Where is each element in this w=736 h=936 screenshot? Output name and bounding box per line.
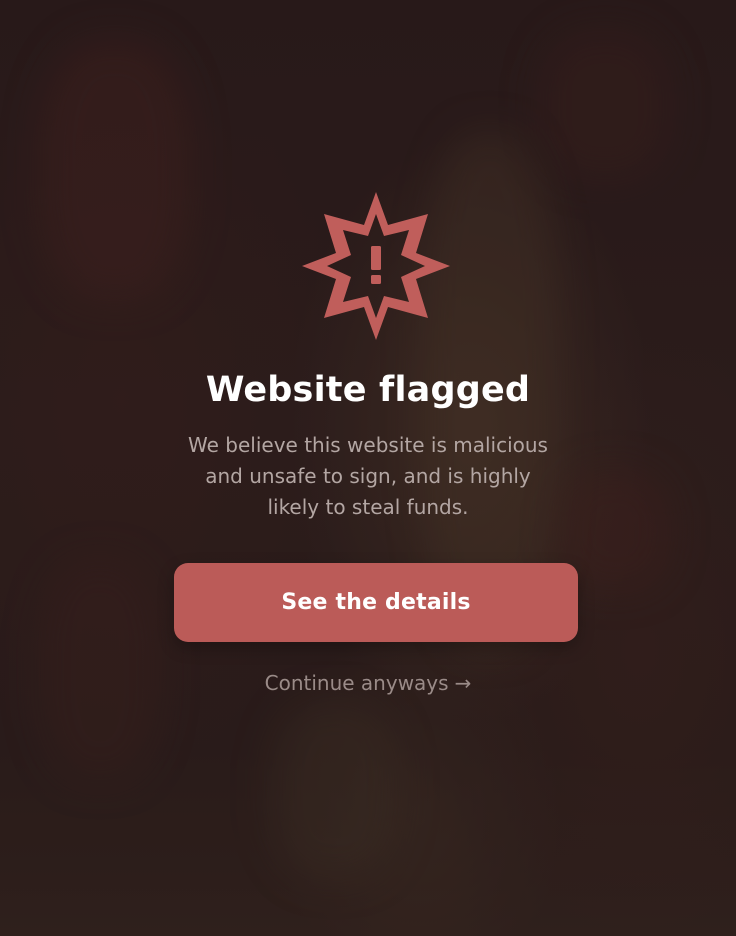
arrow-right-icon: → bbox=[454, 671, 472, 695]
warning-star-icon bbox=[302, 192, 450, 340]
dialog-title: Website flagged bbox=[205, 370, 531, 410]
see-details-button[interactable]: See the details bbox=[174, 563, 578, 642]
continue-anyways-link[interactable]: Continue anyways → bbox=[0, 668, 736, 698]
continue-anyways-label: Continue anyways bbox=[264, 671, 449, 695]
dialog-description: We believe this website is malicious and… bbox=[188, 433, 548, 519]
website-flagged-dialog: Website flagged We believe this website … bbox=[0, 0, 736, 936]
see-details-button-label: See the details bbox=[281, 590, 471, 615]
